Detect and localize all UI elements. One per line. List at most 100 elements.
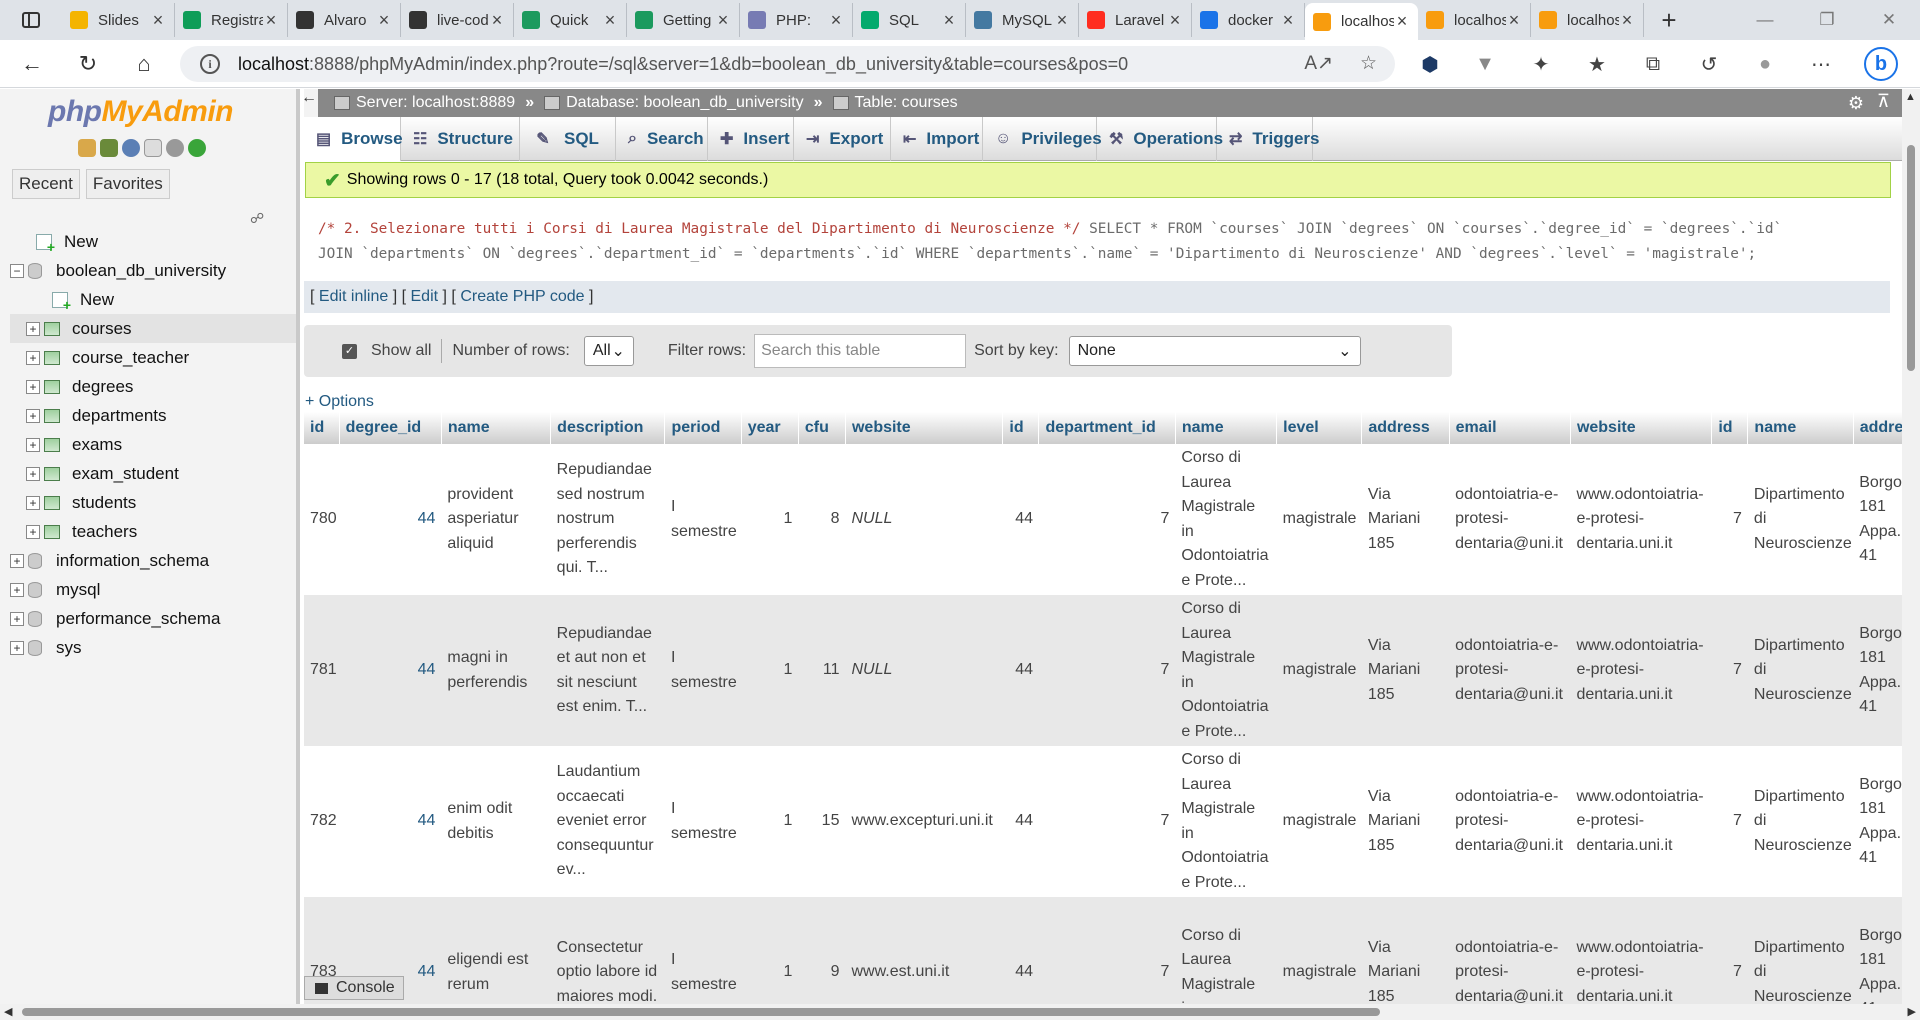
column-header-id[interactable]: id <box>304 412 340 444</box>
tree-db-boolean[interactable]: − boolean_db_university <box>10 256 296 285</box>
vue-devtools-icon[interactable]: ▼ <box>1470 49 1500 79</box>
cell-cfu[interactable]: 8 <box>798 444 846 595</box>
cell-dep_id[interactable]: 7 <box>1711 746 1748 897</box>
home-button[interactable]: ⌂ <box>126 48 162 80</box>
cell-deg_website[interactable]: www.odontoiatria-e-protesi-dentaria.uni.… <box>1570 897 1712 1004</box>
column-header-address[interactable]: address <box>1361 412 1450 444</box>
cell-level[interactable]: magistrale <box>1276 595 1362 746</box>
cell-year[interactable]: 1 <box>741 595 799 746</box>
tree-table-degrees[interactable]: + degrees <box>10 372 296 401</box>
cell-name[interactable]: magni in perferendis <box>441 595 551 746</box>
cell-description[interactable]: Repudiandae et aut non et sit nesciunt e… <box>550 595 665 746</box>
column-header-description[interactable]: description <box>550 412 666 444</box>
browser-tab[interactable]: localhost× <box>1305 3 1418 40</box>
expand-icon[interactable]: + <box>26 524 40 539</box>
cell-dep_name[interactable]: Dipartimento di Neuroscienze <box>1747 746 1854 897</box>
column-header-website[interactable]: website <box>845 412 1004 444</box>
expand-icon[interactable]: + <box>26 466 40 481</box>
cell-department_id[interactable]: 7 <box>1038 746 1176 897</box>
tab-privileges[interactable]: ☺ Privileges <box>983 117 1102 161</box>
table-row[interactable]: 780 44 provident asperiatur aliquid Repudia… <box>304 444 1902 595</box>
tree-db-information_schema[interactable]: + information_schema <box>10 546 296 575</box>
recent-tab[interactable]: Recent <box>12 169 80 199</box>
cell-dep_name[interactable]: Dipartimento di Neuroscienze <box>1747 595 1854 746</box>
link-with-main-icon[interactable]: ☍ <box>250 210 264 227</box>
breadcrumb-table[interactable]: Table: courses <box>832 94 958 112</box>
expand-icon[interactable]: + <box>10 553 24 568</box>
options-link[interactable]: + Options <box>305 393 374 411</box>
browser-tab[interactable]: Slides × <box>62 3 175 37</box>
scrollbar-thumb[interactable] <box>22 1008 1380 1016</box>
table-row[interactable]: 781 44 magni in perferendis Repudiandae et … <box>304 595 1902 746</box>
cell-dep_id[interactable]: 7 <box>1711 595 1748 746</box>
cell-period[interactable]: I semestre <box>664 897 742 1004</box>
cell-address[interactable]: Via Mariani 185 <box>1361 444 1450 595</box>
expand-icon[interactable]: + <box>26 379 40 394</box>
browser-tab[interactable]: localhost× <box>1418 3 1531 37</box>
column-header-cfu[interactable]: cfu <box>798 412 846 444</box>
address-bar[interactable]: i localhost:8888/phpMyAdmin/index.php?ro… <box>180 46 1395 82</box>
edit-inline-link[interactable]: Edit inline <box>319 288 388 306</box>
horizontal-scrollbar[interactable]: ◀ ▶ <box>0 1004 1920 1020</box>
add-favorite-icon[interactable]: ☆ <box>1360 52 1377 75</box>
expand-icon[interactable]: + <box>10 640 24 655</box>
restore-button[interactable]: ❐ <box>1796 0 1858 40</box>
tab-export[interactable]: ⇥ Export <box>794 117 891 161</box>
cell-id[interactable]: 780 <box>304 444 340 595</box>
column-header-year[interactable]: year <box>741 412 799 444</box>
cell-id[interactable]: 781 <box>304 595 340 746</box>
browser-tab[interactable]: Quick × <box>514 3 627 37</box>
cell-description[interactable]: Consectetur optio labore id maiores modi… <box>550 897 665 1004</box>
column-header-period[interactable]: period <box>664 412 742 444</box>
tree-table-exam_student[interactable]: + exam_student <box>10 459 296 488</box>
collapse-icon[interactable]: − <box>10 263 24 278</box>
cell-degree_id[interactable]: 44 <box>339 595 442 746</box>
cell-dep_address[interactable]: Borgo 181 Appa... 41 <box>1853 897 1902 1004</box>
close-tab-icon[interactable]: × <box>1506 10 1522 31</box>
refresh-button[interactable]: ↻ <box>70 48 106 80</box>
close-tab-icon[interactable]: × <box>941 10 957 31</box>
browser-tab[interactable]: Laravel × <box>1079 3 1192 37</box>
cell-cfu[interactable]: 9 <box>798 897 846 1004</box>
cell-dep_id[interactable]: 7 <box>1711 897 1748 1004</box>
collections-icon[interactable]: ⧉ <box>1638 49 1668 79</box>
cell-name[interactable]: enim odit debitis <box>441 746 551 897</box>
cell-dep_address[interactable]: Borgo 181 Appa... 41 <box>1853 595 1902 746</box>
column-header-degree_id[interactable]: degree_id <box>339 412 442 444</box>
bing-copilot-icon[interactable]: b <box>1864 47 1898 81</box>
expand-icon[interactable]: + <box>10 611 24 626</box>
cell-deg_name[interactable]: Corso di Laurea Magistrale in Odontoiatr… <box>1175 444 1277 595</box>
cell-deg_name[interactable]: Corso di Laurea Magistrale in <box>1175 897 1277 1004</box>
cell-name[interactable]: eligendi est rerum <box>441 897 551 1004</box>
cell-period[interactable]: I semestre <box>664 444 742 595</box>
close-tab-icon[interactable]: × <box>263 10 279 31</box>
reload-icon[interactable] <box>188 139 206 157</box>
close-tab-icon[interactable]: × <box>1619 10 1635 31</box>
cell-address[interactable]: Via Mariani 185 <box>1361 746 1450 897</box>
breadcrumb-database[interactable]: Database: boolean_db_university <box>544 94 804 112</box>
tab-search[interactable]: ⌕ Search <box>616 117 708 161</box>
tree-table-exams[interactable]: + exams <box>10 430 296 459</box>
cell-description[interactable]: Repudiandae sed nostrum nostrum perferen… <box>550 444 665 595</box>
expand-icon[interactable]: + <box>10 582 24 597</box>
console-toggle[interactable]: Console <box>304 976 404 1000</box>
cell-department_id[interactable]: 7 <box>1038 897 1176 1004</box>
cell-dep_address[interactable]: Borgo 181 Appa... 41 <box>1853 444 1902 595</box>
cell-email[interactable]: odontoiatria-e-protesi-dentaria@uni.it <box>1449 444 1571 595</box>
help-icon[interactable] <box>122 139 140 157</box>
browser-tab[interactable]: Alvaro × <box>288 3 401 37</box>
cell-period[interactable]: I semestre <box>664 595 742 746</box>
tree-db-mysql[interactable]: + mysql <box>10 575 296 604</box>
tree-table-teachers[interactable]: + teachers <box>10 517 296 546</box>
expand-icon[interactable]: + <box>26 495 40 510</box>
cell-year[interactable]: 1 <box>741 444 799 595</box>
cell-deg_website[interactable]: www.odontoiatria-e-protesi-dentaria.uni.… <box>1570 746 1712 897</box>
cell-deg_id[interactable]: 44 <box>1002 746 1039 897</box>
column-header-name[interactable]: name <box>1175 412 1278 444</box>
edit-link[interactable]: Edit <box>411 288 439 306</box>
cell-dep_id[interactable]: 7 <box>1711 444 1748 595</box>
tree-db-sys[interactable]: + sys <box>10 633 296 662</box>
tab-import[interactable]: ⇤ Import <box>891 117 983 161</box>
extensions-icon[interactable]: ✦ <box>1526 49 1556 79</box>
cell-deg_id[interactable]: 44 <box>1002 897 1039 1004</box>
